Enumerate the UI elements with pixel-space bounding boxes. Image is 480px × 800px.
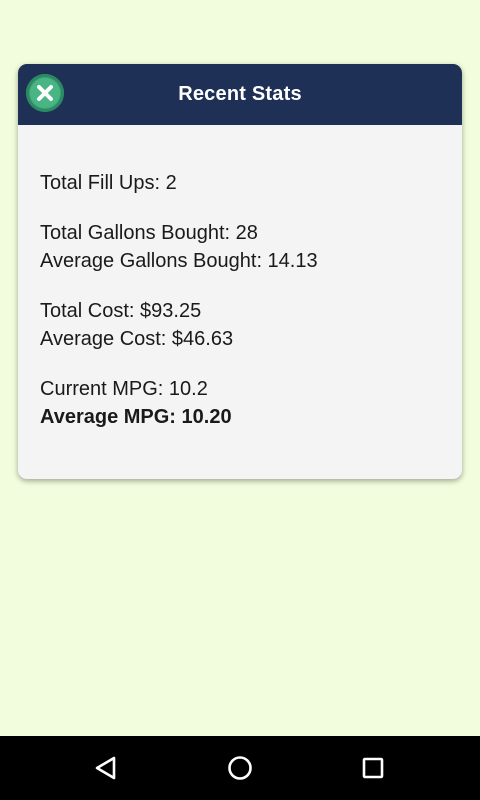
gallons-group: Total Gallons Bought: 28 Average Gallons… [40, 219, 462, 275]
average-cost: Average Cost: $46.63 [40, 328, 234, 350]
cost-group: Total Cost: $93.25 Average Cost: $46.63 [40, 297, 462, 353]
back-button[interactable] [90, 752, 122, 784]
fill-ups-group: Total Fill Ups: 2 [40, 169, 462, 197]
average-mpg: Average MPG: 10.20 [40, 406, 232, 428]
total-cost: Total Cost: $93.25 [40, 300, 202, 322]
total-fill-ups: Total Fill Ups: 2 [40, 172, 177, 194]
system-navigation-bar [0, 736, 480, 800]
dialog-title: Recent Stats [178, 83, 302, 105]
home-button[interactable] [224, 752, 256, 784]
recent-stats-dialog: Recent Stats Total Fill Ups: 2 Total Gal… [18, 64, 462, 479]
total-gallons-bought: Total Gallons Bought: 28 [40, 222, 258, 244]
dialog-header: Recent Stats [18, 64, 462, 125]
close-button[interactable] [26, 74, 64, 112]
close-icon [30, 78, 60, 108]
back-triangle-icon [95, 756, 116, 780]
recents-square-icon [362, 757, 384, 779]
current-mpg: Current MPG: 10.2 [40, 378, 208, 400]
home-circle-icon [228, 756, 252, 780]
screen: Recent Stats Total Fill Ups: 2 Total Gal… [0, 0, 480, 800]
dialog-body: Total Fill Ups: 2 Total Gallons Bought: … [18, 125, 462, 431]
mpg-group: Current MPG: 10.2 Average MPG: 10.20 [40, 375, 462, 431]
recents-button[interactable] [357, 752, 389, 784]
average-gallons-bought: Average Gallons Bought: 14.13 [40, 250, 318, 272]
